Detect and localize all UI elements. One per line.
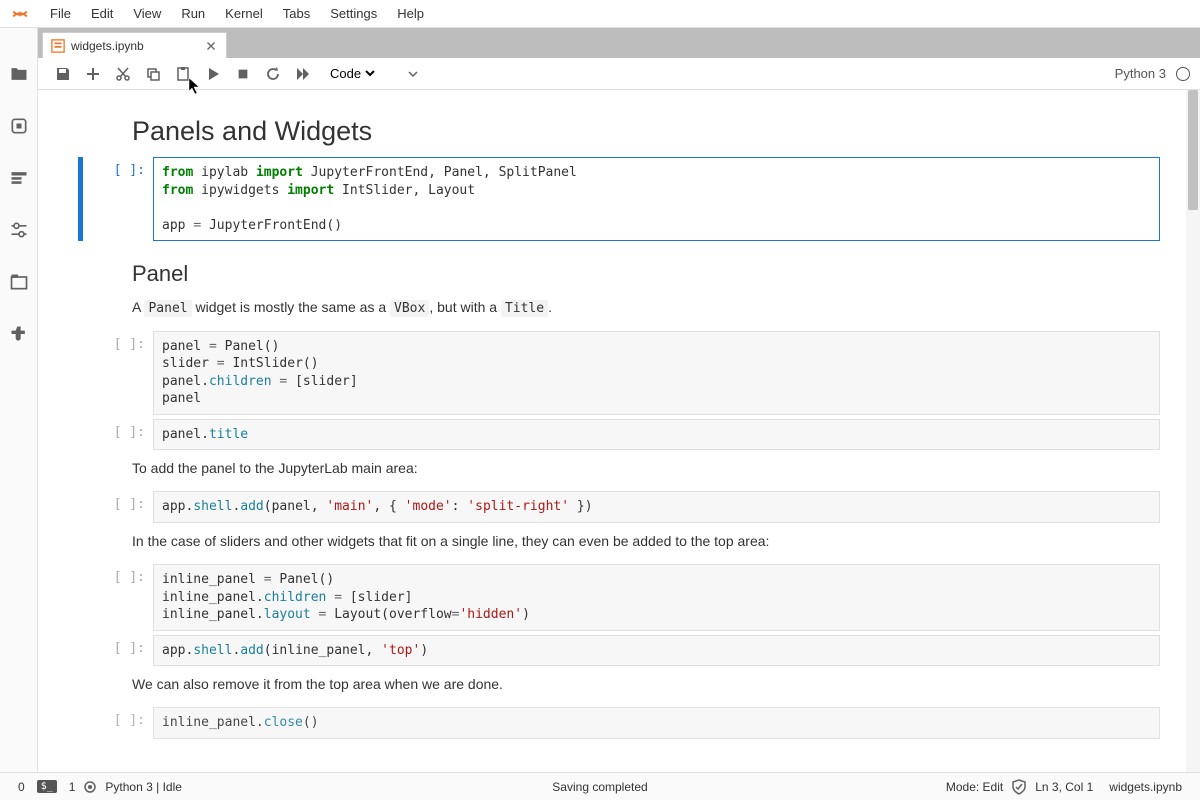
status-terminals-0[interactable]: 0 bbox=[18, 780, 25, 794]
status-position[interactable]: Ln 3, Col 1 bbox=[1035, 780, 1093, 794]
copy-button[interactable] bbox=[143, 64, 163, 84]
menu-view[interactable]: View bbox=[123, 2, 171, 25]
cut-button[interactable] bbox=[113, 64, 133, 84]
prompt: [ ]: bbox=[83, 419, 153, 451]
prompt: [ ]: bbox=[83, 491, 153, 523]
paste-button[interactable] bbox=[173, 64, 193, 84]
status-file[interactable]: widgets.ipynb bbox=[1109, 780, 1182, 794]
prompt: [ ]: bbox=[83, 564, 153, 631]
code[interactable]: inline_panel = Panel() inline_panel.chil… bbox=[162, 571, 1151, 624]
terminal-icon: $_ bbox=[37, 780, 57, 793]
tab-widgets[interactable]: widgets.ipynb bbox=[42, 32, 227, 58]
code[interactable]: panel = Panel() slider = IntSlider() pan… bbox=[162, 338, 1151, 408]
text-inline-desc: In the case of sliders and other widgets… bbox=[132, 531, 1180, 552]
commands-icon[interactable] bbox=[8, 167, 30, 189]
kernel-status-icon bbox=[1176, 67, 1190, 81]
run-all-button[interactable] bbox=[293, 64, 313, 84]
status-terminals-1[interactable]: 1 bbox=[69, 780, 76, 794]
main-area: widgets.ipynb Code Python 3 Panels and W… bbox=[38, 28, 1200, 772]
prompt: [ ]: bbox=[83, 331, 153, 415]
left-sidebar bbox=[0, 28, 38, 772]
run-button[interactable] bbox=[203, 64, 223, 84]
notebook[interactable]: Panels and Widgets [ ]: from ipylab impo… bbox=[38, 90, 1200, 772]
prompt: [ ]: bbox=[83, 635, 153, 667]
save-button[interactable] bbox=[53, 64, 73, 84]
tabbar: widgets.ipynb bbox=[38, 28, 1200, 58]
chevron-down-icon bbox=[408, 69, 418, 79]
menu-help[interactable]: Help bbox=[387, 2, 434, 25]
code-cell-5[interactable]: [ ]: inline_panel = Panel() inline_panel… bbox=[78, 564, 1160, 631]
jupyter-logo-icon bbox=[10, 4, 30, 24]
scrollbar-thumb[interactable] bbox=[1188, 90, 1198, 210]
notebook-icon bbox=[51, 39, 65, 53]
code-cell-1[interactable]: [ ]: from ipylab import JupyterFrontEnd,… bbox=[78, 157, 1160, 241]
scrollbar[interactable] bbox=[1186, 90, 1200, 772]
status-kernel[interactable]: Python 3 | Idle bbox=[105, 780, 182, 794]
status-save: Saving completed bbox=[552, 780, 647, 794]
prompt: [ ]: bbox=[83, 707, 153, 739]
menu-edit[interactable]: Edit bbox=[81, 2, 123, 25]
restart-button[interactable] bbox=[263, 64, 283, 84]
settings-icon[interactable] bbox=[8, 219, 30, 241]
status-mode[interactable]: Mode: Edit bbox=[946, 780, 1003, 794]
menu-file[interactable]: File bbox=[40, 2, 81, 25]
code[interactable]: inline_panel.close() bbox=[162, 714, 1151, 732]
code[interactable]: app.shell.add(inline_panel, 'top') bbox=[162, 642, 1151, 660]
code[interactable]: app.shell.add(panel, 'main', { 'mode': '… bbox=[162, 498, 1151, 516]
heading-panels-widgets: Panels and Widgets bbox=[132, 116, 1180, 147]
prompt: [ ]: bbox=[83, 157, 153, 241]
trusted-icon[interactable] bbox=[1011, 779, 1027, 795]
statusbar: 0 $_ 1 Python 3 | Idle Saving completed … bbox=[0, 772, 1200, 800]
running-icon[interactable] bbox=[8, 115, 30, 137]
tabs-icon[interactable] bbox=[8, 271, 30, 293]
insert-cell-button[interactable] bbox=[83, 64, 103, 84]
cell-type-select[interactable]: Code bbox=[326, 65, 378, 82]
text-add-main: To add the panel to the JupyterLab main … bbox=[132, 458, 1180, 479]
menu-tabs[interactable]: Tabs bbox=[273, 2, 320, 25]
kernel-small-icon bbox=[83, 780, 97, 794]
extensions-icon[interactable] bbox=[8, 323, 30, 345]
stop-button[interactable] bbox=[233, 64, 253, 84]
close-icon[interactable] bbox=[204, 39, 218, 53]
code-cell-4[interactable]: [ ]: app.shell.add(panel, 'main', { 'mod… bbox=[78, 491, 1160, 523]
kernel-indicator[interactable]: Python 3 bbox=[1115, 66, 1190, 81]
code-cell-2[interactable]: [ ]: panel = Panel() slider = IntSlider(… bbox=[78, 331, 1160, 415]
heading-panel: Panel bbox=[132, 261, 1180, 287]
kernel-name: Python 3 bbox=[1115, 66, 1166, 81]
text-remove-desc: We can also remove it from the top area … bbox=[132, 674, 1180, 695]
code-cell-7[interactable]: [ ]: inline_panel.close() bbox=[78, 707, 1160, 739]
code-cell-6[interactable]: [ ]: app.shell.add(inline_panel, 'top') bbox=[78, 635, 1160, 667]
code-cell-3[interactable]: [ ]: panel.title bbox=[78, 419, 1160, 451]
folder-icon[interactable] bbox=[8, 63, 30, 85]
menu-run[interactable]: Run bbox=[171, 2, 215, 25]
panel-desc: A Panel widget is mostly the same as a V… bbox=[132, 297, 1180, 319]
menu-kernel[interactable]: Kernel bbox=[215, 2, 273, 25]
code[interactable]: from ipylab import JupyterFrontEnd, Pane… bbox=[162, 164, 1151, 234]
tab-label: widgets.ipynb bbox=[71, 39, 144, 53]
menu-settings[interactable]: Settings bbox=[320, 2, 387, 25]
code[interactable]: panel.title bbox=[162, 426, 1151, 444]
menubar: File Edit View Run Kernel Tabs Settings … bbox=[0, 0, 1200, 28]
toolbar: Code Python 3 bbox=[38, 58, 1200, 90]
